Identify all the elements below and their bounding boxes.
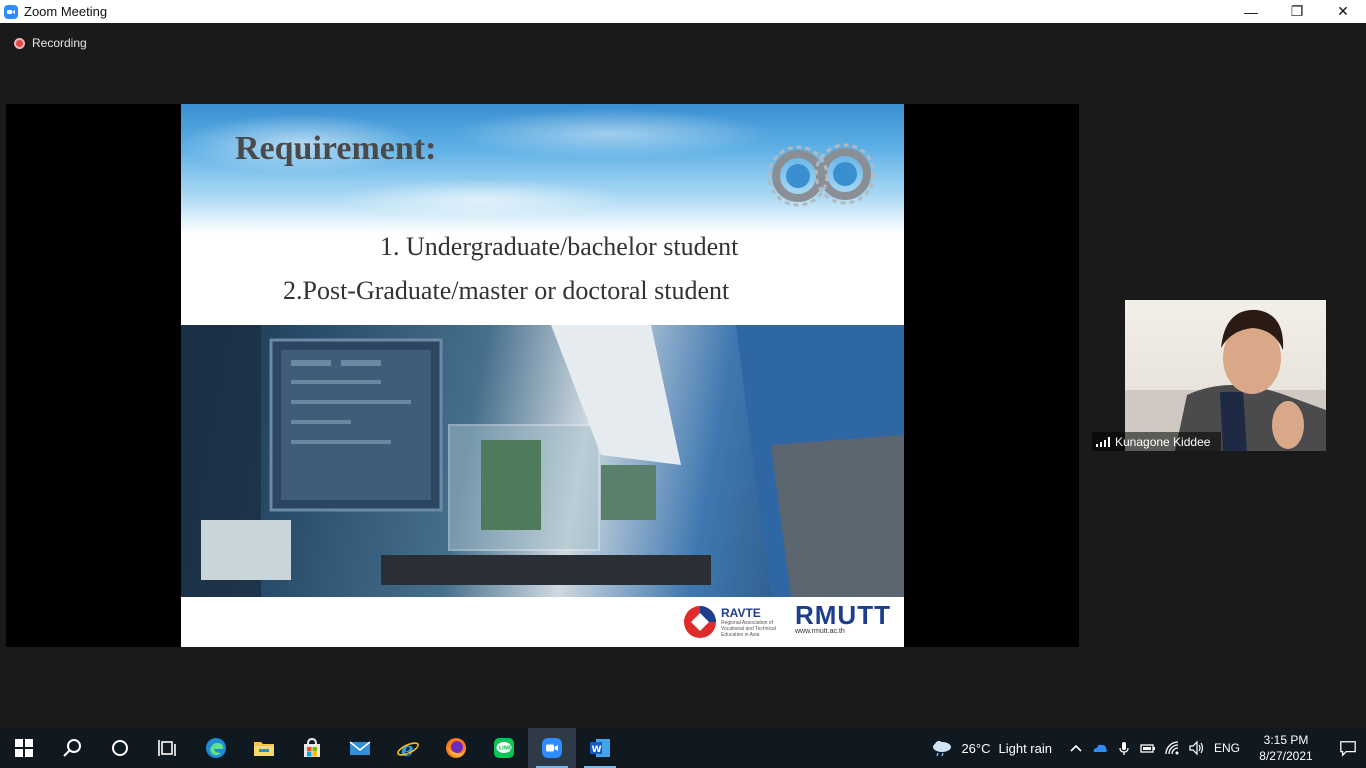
engineering-lab-image bbox=[181, 325, 904, 597]
participant-name: Kunagone Kiddee bbox=[1115, 434, 1211, 449]
search-icon bbox=[63, 739, 81, 757]
minimize-button[interactable]: — bbox=[1228, 0, 1274, 23]
battery-icon bbox=[1140, 744, 1155, 753]
cortana-button[interactable] bbox=[96, 728, 144, 768]
weather-temperature: 26°C bbox=[961, 740, 991, 756]
taskbar-internet-explorer[interactable]: e bbox=[384, 728, 432, 768]
signal-strength-icon bbox=[1096, 436, 1110, 447]
internet-explorer-icon: e bbox=[397, 737, 419, 760]
taskbar-file-explorer[interactable] bbox=[240, 728, 288, 768]
slide-photo-engineers bbox=[181, 325, 904, 597]
weather-condition: Light rain bbox=[998, 740, 1052, 756]
taskbar-clock[interactable]: 3:15 PM 8/27/2021 bbox=[1248, 732, 1324, 764]
window-controls: — ❐ ✕ bbox=[1228, 0, 1366, 23]
firefox-icon bbox=[446, 738, 466, 758]
system-tray: 26°C Light rain ENG 3:15 PM 8/27/2021 bbox=[931, 728, 1366, 768]
taskbar-mail[interactable] bbox=[336, 728, 384, 768]
participant-video[interactable] bbox=[1125, 300, 1326, 451]
taskbar-edge[interactable] bbox=[192, 728, 240, 768]
slide-title: Requirement: bbox=[235, 130, 437, 167]
restore-button[interactable]: ❐ bbox=[1274, 0, 1320, 23]
recording-indicator[interactable]: Recording bbox=[14, 36, 87, 50]
taskbar-zoom[interactable] bbox=[528, 728, 576, 768]
ravte-name: RAVTE bbox=[721, 606, 761, 620]
ravte-subtitle: Regional Association of Vocational and T… bbox=[721, 620, 776, 638]
svg-text:LINE: LINE bbox=[499, 746, 512, 752]
microphone-tray[interactable] bbox=[1112, 728, 1136, 768]
presentation-slide: Requirement: 1. Undergraduate/bachelor s… bbox=[181, 104, 904, 647]
clock-time: 3:15 PM bbox=[1263, 733, 1309, 747]
store-bag-icon bbox=[304, 737, 320, 757]
chevron-up-icon bbox=[1070, 744, 1082, 752]
task-view-icon bbox=[158, 740, 176, 756]
edge-icon bbox=[206, 738, 226, 758]
clock-date: 8/27/2021 bbox=[1259, 749, 1313, 763]
volume-tray[interactable] bbox=[1184, 728, 1208, 768]
start-button[interactable] bbox=[0, 728, 48, 768]
wifi-tray[interactable] bbox=[1160, 728, 1184, 768]
mail-icon bbox=[349, 741, 371, 755]
weather-widget[interactable]: 26°C Light rain bbox=[931, 739, 1052, 757]
search-button[interactable] bbox=[48, 728, 96, 768]
taskbar-store[interactable] bbox=[288, 728, 336, 768]
microphone-icon bbox=[1119, 742, 1129, 755]
zoom-icon bbox=[542, 738, 562, 758]
gears-icon bbox=[767, 143, 876, 207]
window-title: Zoom Meeting bbox=[24, 4, 108, 19]
action-center-button[interactable] bbox=[1330, 728, 1366, 768]
onedrive-cloud-icon bbox=[1093, 744, 1107, 752]
line-app-icon: LINE bbox=[494, 738, 514, 758]
participant-video-feed bbox=[1125, 309, 1326, 451]
meeting-area: Recording Requirement: 1. Undergraduate/… bbox=[0, 23, 1366, 728]
zoom-app-icon bbox=[4, 4, 18, 19]
ravte-logo: RAVTE Regional Association of Vocational… bbox=[683, 605, 791, 639]
battery-tray[interactable] bbox=[1136, 728, 1160, 768]
task-view-button[interactable] bbox=[144, 728, 192, 768]
cloud-rain-icon bbox=[933, 741, 952, 757]
recording-label: Recording bbox=[32, 36, 87, 50]
show-hidden-icons-button[interactable] bbox=[1064, 728, 1088, 768]
requirement-item-1: 1. Undergraduate/bachelor student bbox=[380, 232, 739, 261]
close-button[interactable]: ✕ bbox=[1320, 0, 1366, 23]
ravte-logo-mark bbox=[684, 606, 716, 638]
word-icon: W bbox=[590, 739, 610, 757]
participant-name-tag: Kunagone Kiddee bbox=[1092, 432, 1221, 451]
taskbar-firefox[interactable] bbox=[432, 728, 480, 768]
onedrive-tray[interactable] bbox=[1088, 728, 1112, 768]
taskbar-word[interactable]: W bbox=[576, 728, 624, 768]
requirement-item-2: 2.Post-Graduate/master or doctoral stude… bbox=[283, 276, 730, 305]
slide-footer: RAVTE Regional Association of Vocational… bbox=[181, 597, 904, 647]
folder-icon bbox=[254, 742, 274, 756]
speaker-icon bbox=[1189, 740, 1204, 756]
windows-taskbar: e LINE W 26°C Light rain ENG 3:15 PM 8/2… bbox=[0, 728, 1366, 768]
window-titlebar: Zoom Meeting — ❐ ✕ bbox=[0, 0, 1366, 23]
windows-logo-icon bbox=[15, 739, 33, 757]
rmutt-logo: RMUTT www.rmutt.ac.th bbox=[795, 602, 891, 635]
svg-text:W: W bbox=[592, 745, 602, 755]
svg-text:e: e bbox=[401, 737, 414, 760]
screen-share-area[interactable]: Requirement: 1. Undergraduate/bachelor s… bbox=[6, 104, 1079, 647]
taskbar-line[interactable]: LINE bbox=[480, 728, 528, 768]
recording-icon bbox=[14, 37, 25, 49]
notification-icon bbox=[1340, 741, 1356, 757]
rmutt-name: RMUTT bbox=[795, 600, 891, 630]
cortana-icon bbox=[112, 740, 128, 756]
input-language[interactable]: ENG bbox=[1214, 741, 1240, 755]
wifi-icon bbox=[1165, 741, 1179, 755]
